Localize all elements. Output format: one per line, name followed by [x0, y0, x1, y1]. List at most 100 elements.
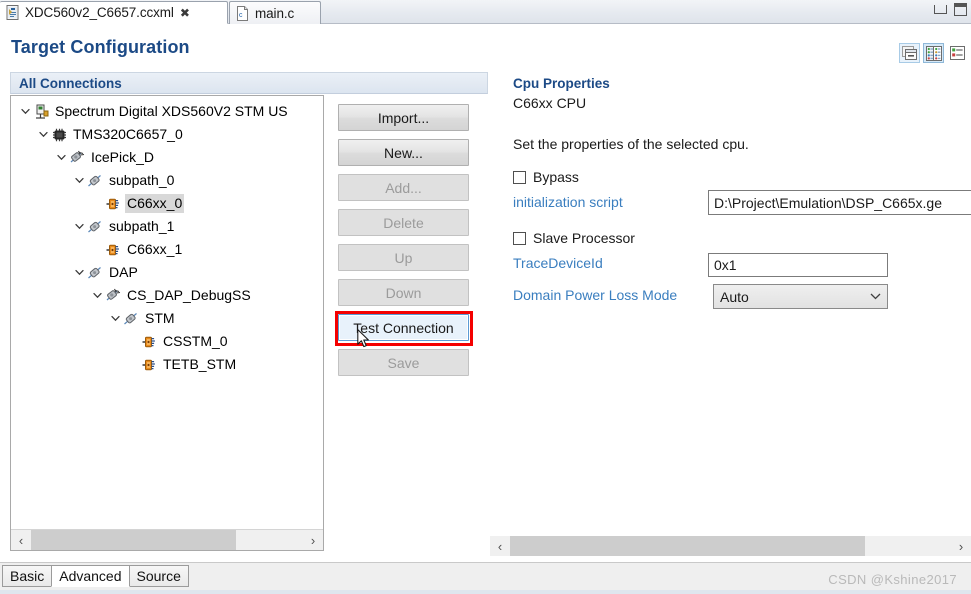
subpath-icon [123, 311, 140, 327]
close-icon[interactable]: ✖ [180, 7, 190, 19]
chevron-down-icon[interactable] [107, 315, 123, 322]
button-label: Add... [385, 179, 422, 196]
button-label: Down [385, 284, 422, 301]
cpu-subtitle: C66xx CPU [513, 95, 587, 111]
scroll-right-icon[interactable]: › [951, 536, 971, 556]
domain-power-loss-mode-select[interactable]: Auto [713, 284, 888, 309]
chevron-down-icon[interactable] [89, 292, 105, 299]
cpu-pane-horizontal-scrollbar[interactable]: ‹ › [490, 536, 971, 556]
scroll-left-icon[interactable]: ‹ [490, 536, 510, 556]
router-icon [69, 150, 86, 166]
tree-item-tetb-stm[interactable]: TETB_STM [11, 353, 323, 376]
test-connection-button[interactable]: Test Connection [338, 314, 469, 341]
tab-advanced[interactable]: Advanced [51, 565, 130, 587]
initialization-script-input[interactable]: D:\Project\Emulation\DSP_C665x.ge [708, 190, 971, 215]
target-configuration-window: XDC560v2_C6657.ccxml ✖ c main.c Target C… [0, 0, 971, 594]
tree-item-dap[interactable]: DAP [11, 261, 323, 284]
button-label: Save [387, 354, 420, 371]
action-button-column: Import... New... Add... Delete Up Down Test Co… [338, 104, 469, 384]
tree-item-label: Spectrum Digital XDS560V2 STM US [55, 103, 288, 119]
tree-item-c66xx-1[interactable]: C66xx_1 [11, 238, 323, 261]
tab-label: Source [136, 568, 181, 584]
tree-item-label: TETB_STM [163, 356, 237, 372]
tree-item-subpath-1[interactable]: subpath_1 [11, 215, 323, 238]
tree-item-csstm-0[interactable]: CSSTM_0 [11, 330, 323, 353]
editor-tab-label: main.c [255, 5, 295, 21]
tab-basic[interactable]: Basic [2, 565, 53, 587]
scroll-track[interactable] [31, 530, 303, 550]
up-button: Up [338, 244, 469, 271]
chip-icon [51, 127, 68, 143]
bypass-checkbox[interactable] [513, 170, 526, 184]
cpu-icon [141, 334, 158, 350]
tab-label: Basic [10, 568, 45, 584]
tree-item-label: TMS320C6657_0 [73, 126, 183, 142]
button-label: Up [394, 249, 413, 266]
editor-tab-main-c[interactable]: c main.c [229, 1, 321, 24]
editor-tab-bar: XDC560v2_C6657.ccxml ✖ c main.c [0, 0, 971, 24]
scroll-thumb[interactable] [510, 536, 865, 556]
tree-item-subpath-0[interactable]: subpath_0 [11, 169, 323, 192]
initialization-script-label: initialization script [513, 194, 623, 210]
tree-item-label: C66xx_1 [127, 241, 183, 257]
import-button[interactable]: Import... [338, 104, 469, 131]
chevron-down-icon[interactable] [71, 269, 87, 276]
scroll-track[interactable] [510, 536, 951, 556]
watermark: CSDN @Kshine2017 [828, 572, 957, 587]
subpath-icon [87, 219, 104, 235]
save-button: Save [338, 349, 469, 376]
ccxml-file-icon [6, 5, 20, 20]
page-title: Target Configuration [11, 37, 190, 57]
tree-item-label: subpath_1 [109, 218, 175, 234]
scroll-thumb[interactable] [31, 530, 236, 550]
subpath-icon [87, 173, 104, 189]
slave-processor-checkbox-row[interactable]: Slave Processor [513, 230, 635, 246]
slave-processor-checkbox[interactable] [513, 231, 526, 245]
c-source-file-icon: c [236, 5, 250, 21]
cpu-properties-header: Cpu Properties [508, 72, 971, 94]
tree-item-label: STM [145, 310, 175, 326]
router-icon [105, 288, 122, 304]
collapse-all-icon[interactable] [899, 43, 920, 63]
tree-item-c66xx-0[interactable]: C66xx_0 [11, 192, 323, 215]
connections-tree[interactable]: Spectrum Digital XDS560V2 STM US TMS320C6… [10, 95, 324, 551]
chevron-down-icon[interactable] [17, 108, 33, 115]
tree-item-label: CS_DAP_DebugSS [127, 287, 251, 303]
chevron-down-icon [870, 291, 881, 303]
chevron-down-icon[interactable] [71, 223, 87, 230]
scroll-right-icon[interactable]: › [303, 530, 323, 550]
tree-item-spectrum-digital-xds560v2-stm-us[interactable]: Spectrum Digital XDS560V2 STM US [11, 100, 323, 123]
maximize-icon[interactable] [954, 3, 967, 16]
new-button[interactable]: New... [338, 139, 469, 166]
tab-source[interactable]: Source [128, 565, 189, 587]
form-toolbar [899, 43, 968, 63]
editor-tab-ccxml[interactable]: XDC560v2_C6657.ccxml ✖ [0, 1, 228, 24]
chevron-down-icon[interactable] [53, 154, 69, 161]
tree-item-tms320c6657-0[interactable]: TMS320C6657_0 [11, 123, 323, 146]
tree-item-label: C66xx_0 [125, 194, 185, 213]
form-layout-icon[interactable] [923, 43, 944, 63]
cpu-properties-title: Cpu Properties [513, 75, 610, 91]
bypass-checkbox-row[interactable]: Bypass [513, 169, 579, 185]
trace-device-id-input[interactable]: 0x1 [708, 253, 888, 277]
connections-tree-body[interactable]: Spectrum Digital XDS560V2 STM US TMS320C6… [11, 100, 323, 528]
tree-item-icepick-d[interactable]: IcePick_D [11, 146, 323, 169]
tree-horizontal-scrollbar[interactable]: ‹ › [11, 529, 323, 550]
chevron-down-icon[interactable] [35, 131, 51, 138]
tree-item-label: DAP [109, 264, 138, 280]
button-label: New... [384, 144, 423, 161]
list-layout-icon[interactable] [947, 43, 968, 63]
window-controls [934, 3, 967, 16]
scroll-left-icon[interactable]: ‹ [11, 530, 31, 550]
down-button: Down [338, 279, 469, 306]
cpu-description: Set the properties of the selected cpu. [513, 136, 749, 152]
slave-processor-label: Slave Processor [533, 230, 635, 246]
tab-label: Advanced [59, 568, 122, 584]
chevron-down-icon[interactable] [71, 177, 87, 184]
cpu-icon [141, 357, 158, 373]
connection-icon [33, 104, 50, 120]
bypass-label: Bypass [533, 169, 579, 185]
tree-item-cs-dap-debugss[interactable]: CS_DAP_DebugSS [11, 284, 323, 307]
tree-item-stm[interactable]: STM [11, 307, 323, 330]
minimize-icon[interactable] [934, 5, 947, 14]
